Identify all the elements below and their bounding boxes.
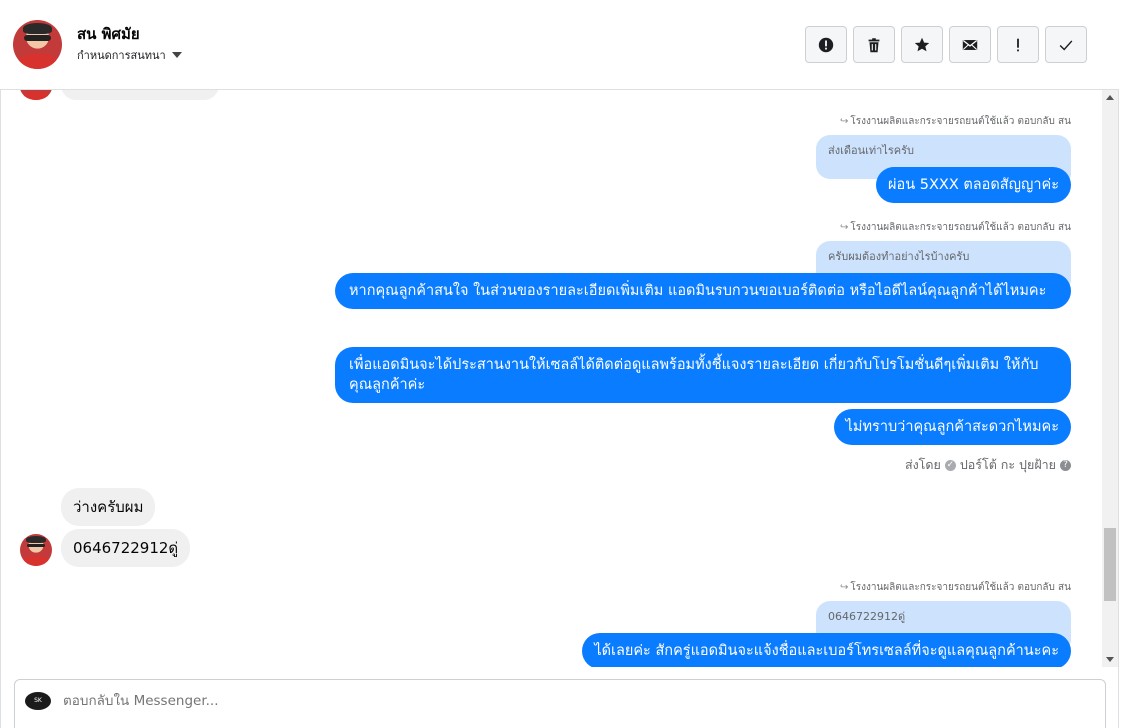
sent-by-label: ส่งโดย <box>904 457 941 472</box>
scrollbar-thumb[interactable] <box>1104 528 1116 601</box>
sent-by-info: ส่งโดย ✓ ปอร์โต้ กะ ปุยฝ้าย ? <box>905 455 1071 475</box>
message-bubble-outgoing[interactable]: ผ่อน 5XXX ตลอดสัญญาค่ะ <box>876 167 1071 203</box>
schedule-label: กำหนดการสนทนา <box>77 49 166 62</box>
mark-unread-button[interactable] <box>949 26 991 63</box>
star-button[interactable] <box>901 26 943 63</box>
reply-context: ↪ โรงงานผลิตและกระจายรถยนต์ใช้แล้ว ตอบกล… <box>840 580 1071 595</box>
message-bubble-incoming-cropped[interactable] <box>61 90 219 100</box>
alert-circle-icon <box>818 37 834 52</box>
message-bubble-incoming[interactable]: ว่างครับผม <box>61 488 156 526</box>
verified-icon: ✓ <box>944 459 956 471</box>
mark-done-button[interactable] <box>1045 26 1087 63</box>
trash-icon <box>868 37 880 52</box>
envelope-icon <box>962 39 978 50</box>
reply-context: ↪ โรงงานผลิตและกระจายรถยนต์ใช้แล้ว ตอบกล… <box>840 220 1071 235</box>
reply-context: ↪ โรงงานผลิตและกระจายรถยนต์ใช้แล้ว ตอบกล… <box>840 114 1071 129</box>
page-logo-icon: SK <box>25 692 51 710</box>
scroll-down-icon[interactable] <box>1106 657 1114 662</box>
follow-up-button[interactable] <box>997 26 1039 63</box>
reply-context-text: โรงงานผลิตและกระจายรถยนต์ใช้แล้ว ตอบกลับ… <box>850 116 1071 127</box>
contact-avatar-small <box>20 90 52 100</box>
reply-context-text: โรงงานผลิตและกระจายรถยนต์ใช้แล้ว ตอบกลับ… <box>850 582 1071 593</box>
message-bubble-outgoing[interactable]: เพื่อแอดมินจะได้ประสานงานให้เซลล์ได้ติดต… <box>335 347 1071 403</box>
caret-down-icon <box>171 52 182 58</box>
delete-button[interactable] <box>853 26 895 63</box>
schedule-dropdown[interactable]: กำหนดการสนทนา <box>77 46 182 64</box>
star-icon <box>914 37 930 51</box>
conversation-actions <box>805 26 1087 63</box>
message-thread[interactable]: ↪ โรงงานผลิตและกระจายรถยนต์ใช้แล้ว ตอบกล… <box>0 90 1102 667</box>
reply-arrow-icon: ↪ <box>839 582 849 593</box>
message-bubble-outgoing[interactable]: ไม่ทราบว่าคุณลูกค้าสะดวกไหมคะ <box>833 409 1071 445</box>
contact-avatar-small <box>20 534 52 566</box>
message-bubble-incoming[interactable]: 0646722912ดู่ <box>61 529 191 567</box>
thread-scrollbar[interactable] <box>1102 90 1118 667</box>
mark-spam-button[interactable] <box>805 26 847 63</box>
contact-name[interactable]: สน พิศมัย <box>77 22 140 46</box>
reply-arrow-icon: ↪ <box>839 222 849 233</box>
message-bubble-outgoing[interactable]: หากคุณลูกค้าสนใจ ในส่วนของรายละเอียดเพิ่… <box>335 273 1071 309</box>
scroll-up-icon[interactable] <box>1106 95 1114 100</box>
reply-arrow-icon: ↪ <box>839 116 849 127</box>
conversation-header: สน พิศมัย กำหนดการสนทนา <box>0 0 1119 90</box>
reply-context-text: โรงงานผลิตและกระจายรถยนต์ใช้แล้ว ตอบกลับ… <box>850 222 1071 233</box>
help-icon[interactable]: ? <box>1060 459 1071 471</box>
sent-by-name[interactable]: ปอร์โต้ กะ ปุยฝ้าย <box>960 455 1056 475</box>
check-icon <box>1059 39 1073 51</box>
exclamation-icon <box>1017 38 1019 51</box>
reply-input[interactable] <box>63 693 963 709</box>
message-bubble-outgoing[interactable]: ได้เลยค่ะ สักครู่แอดมินจะแจ้งชื่อและเบอร… <box>582 633 1071 667</box>
reply-composer: SK <box>14 679 1106 728</box>
contact-avatar[interactable] <box>13 20 62 69</box>
